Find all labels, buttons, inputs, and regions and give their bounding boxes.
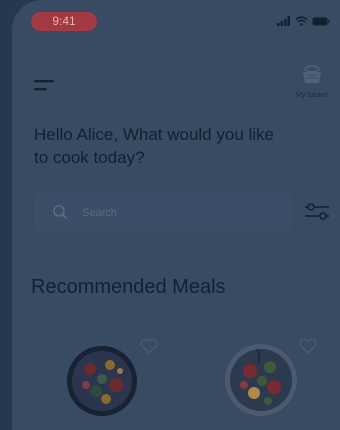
heart-icon[interactable] — [299, 338, 317, 354]
basket-button[interactable]: My basket — [290, 64, 334, 99]
basket-label: My basket — [296, 92, 328, 99]
search-icon — [53, 205, 68, 220]
meal-bowl-image[interactable] — [224, 343, 298, 417]
greeting-text: Hello Alice, What would you like to cook… — [34, 125, 275, 167]
search-bar[interactable] — [34, 191, 292, 235]
app-screen: 9:41 My basket Hello Alice, What would y… — [12, 0, 340, 430]
status-bar: 9:41 — [12, 0, 340, 40]
wifi-icon — [295, 16, 308, 26]
signal-icon — [277, 16, 290, 26]
basket-icon — [303, 65, 321, 83]
filter-icon[interactable] — [304, 203, 330, 221]
search-input[interactable] — [80, 191, 274, 235]
status-icons — [277, 15, 330, 27]
section-title: Recommended Meals — [31, 276, 226, 298]
heart-icon[interactable] — [140, 338, 158, 354]
status-time: 9:41 — [31, 12, 97, 31]
meal-bowl-image[interactable] — [66, 345, 138, 417]
menu-icon[interactable] — [34, 79, 56, 93]
battery-icon — [312, 17, 330, 25]
